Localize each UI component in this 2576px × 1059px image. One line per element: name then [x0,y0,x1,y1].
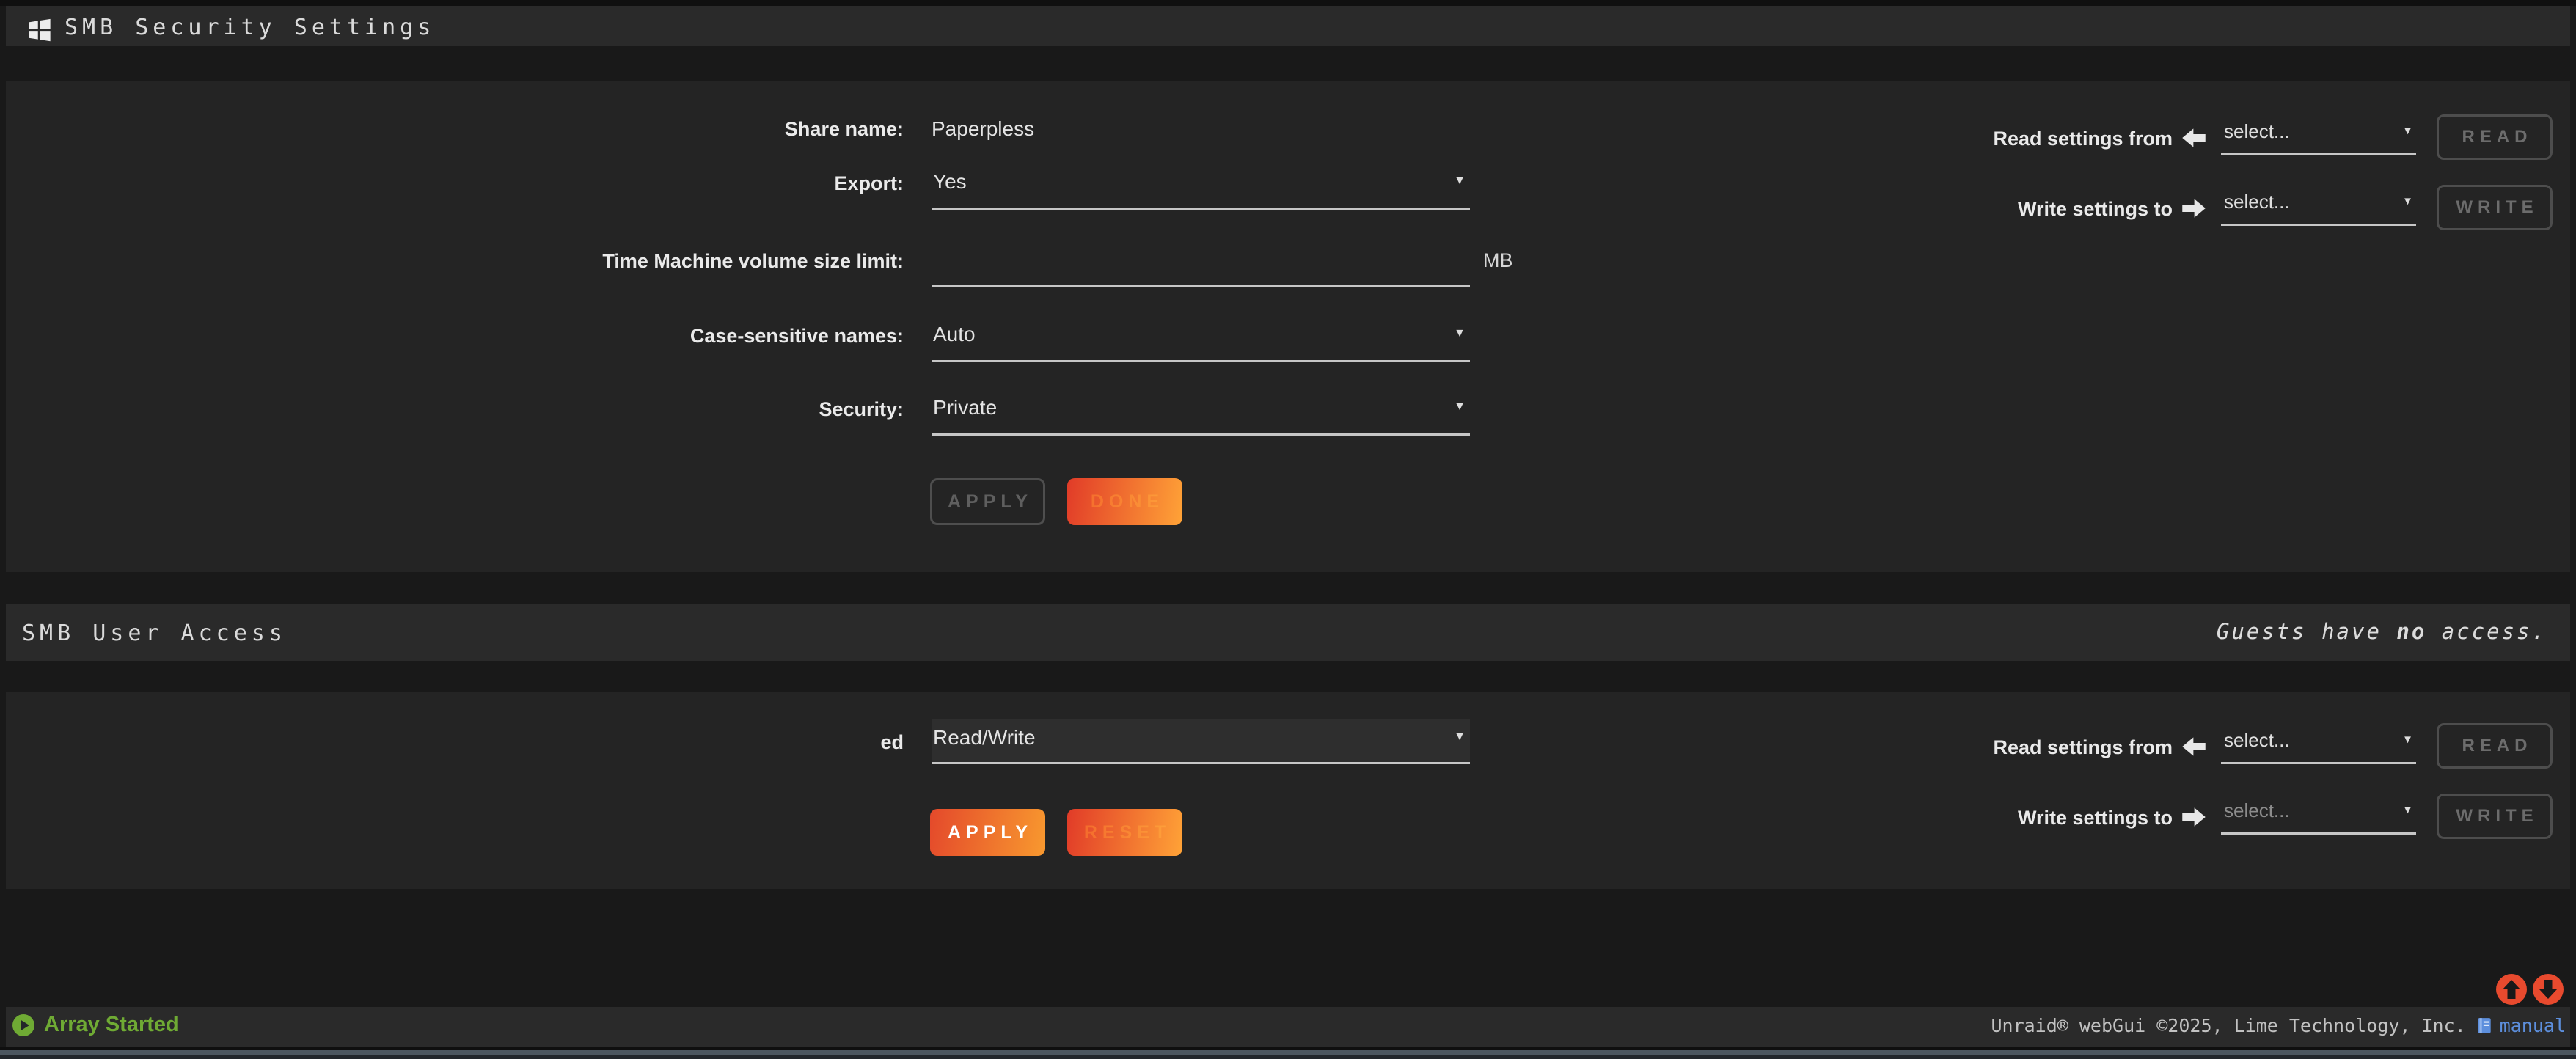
write-settings-to-label-2: Write settings to [1791,805,2173,830]
dropdown-caret-icon: ▼ [2402,195,2413,208]
security-label: Security: [434,396,904,422]
dropdown-caret-icon: ▼ [2402,804,2413,816]
time-machine-limit-input[interactable] [933,247,1461,271]
read-settings-from-label: Read settings from [1791,126,2173,151]
page-title: SMB Security Settings [65,15,435,40]
user-ed-label: ed [434,729,904,755]
top-strip [0,0,2576,6]
dropdown-caret-icon: ▼ [1454,327,1466,340]
scroll-to-top-button[interactable] [2495,973,2528,1005]
case-sensitive-select-value: Auto [933,323,976,346]
user-access-select-value: Read/Write [933,726,1036,750]
bottom-edge [0,1055,2576,1059]
mb-suffix: MB [1483,249,1513,272]
guests-note-suffix: access. [2426,619,2547,644]
read-settings-select[interactable]: select... ▼ [2221,117,2416,155]
copyright-text: Unraid® webGui ©2025, Lime Technology, I… [1991,1015,2465,1036]
security-select[interactable]: Private ▼ [932,392,1470,436]
read-settings-select-2[interactable]: select... ▼ [2221,726,2416,764]
dropdown-caret-icon: ▼ [1454,175,1466,188]
security-select-value: Private [933,396,997,419]
dropdown-caret-icon: ▼ [2402,125,2413,137]
arrow-left-icon [2181,736,2206,757]
share-name-value: Paperpless [932,116,1034,142]
done-button[interactable]: DONE [1067,478,1182,525]
apply-button[interactable]: APPLY [930,809,1045,856]
write-settings-to-label: Write settings to [1791,197,2173,221]
arrow-right-icon [2181,807,2206,827]
time-machine-limit-label: Time Machine volume size limit: [434,248,904,274]
dropdown-caret-icon: ▼ [2402,733,2413,746]
reset-button-label: RESET [1069,811,1180,854]
dropdown-caret-icon: ▼ [1454,730,1466,744]
export-label: Export: [434,170,904,197]
read-settings-select-2-value: select... [2224,729,2290,752]
play-circle-icon [12,1014,35,1037]
read-button[interactable]: READ [2437,114,2553,160]
smb-security-settings-header: SMB Security Settings [6,6,2570,46]
write-button[interactable]: WRITE [2437,185,2553,230]
apply-button-disabled[interactable]: APPLY [930,478,1045,525]
array-status-text: Array Started [44,1013,179,1037]
dropdown-caret-icon: ▼ [1454,400,1466,414]
manual-link[interactable]: manual [2475,1015,2566,1036]
read-settings-select-value: select... [2224,120,2290,143]
manual-link-label: manual [2500,1015,2566,1036]
smb-settings-page: SMB Security Settings Share name: Paperp… [0,0,2576,1059]
user-access-select[interactable]: Read/Write ▼ [932,719,1470,764]
time-machine-limit-field [932,243,1470,287]
write-settings-select-2-value: select... [2224,799,2290,822]
read-settings-from-label-2: Read settings from [1791,735,2173,760]
read-button-2[interactable]: READ [2437,723,2553,769]
export-select-value: Yes [933,170,967,194]
smb-user-access-header [6,604,2570,661]
guests-access-note: Guests have no access. [2217,619,2547,644]
arrow-left-icon [2181,128,2206,148]
share-name-label: Share name: [434,116,904,142]
reset-button[interactable]: RESET [1067,809,1182,856]
case-sensitive-select[interactable]: Auto ▼ [932,318,1470,362]
smb-user-access-title: SMB User Access [22,620,287,646]
case-sensitive-label: Case-sensitive names: [434,323,904,349]
write-button-2[interactable]: WRITE [2437,794,2553,839]
guests-note-bold: no [2396,619,2426,644]
book-icon [2475,1016,2494,1036]
guests-note-prefix: Guests have [2217,619,2397,644]
footer-copyright-group: Unraid® webGui ©2025, Lime Technology, I… [1991,1015,2566,1036]
scroll-to-bottom-button[interactable] [2532,973,2564,1005]
write-settings-select-2[interactable]: select... ▼ [2221,796,2416,835]
write-settings-select[interactable]: select... ▼ [2221,188,2416,226]
arrow-right-icon [2181,198,2206,219]
export-select[interactable]: Yes ▼ [932,166,1470,210]
write-settings-select-value: select... [2224,191,2290,213]
array-status: Array Started [12,1013,179,1037]
done-button-label: DONE [1069,480,1180,523]
windows-smb-icon [26,17,53,43]
